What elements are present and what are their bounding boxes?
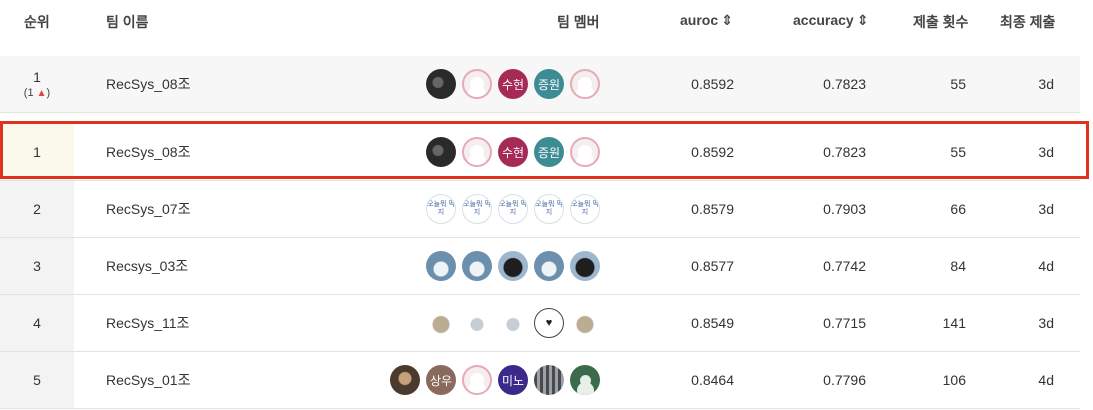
member-avatar[interactable] bbox=[426, 251, 456, 281]
last-submission: 4d bbox=[1038, 258, 1054, 274]
member-avatar[interactable]: 오늘뭐 먹지 bbox=[426, 194, 456, 224]
member-avatar[interactable] bbox=[570, 69, 600, 99]
member-avatar[interactable] bbox=[462, 137, 492, 167]
rank-cell: 1 bbox=[0, 124, 74, 180]
rank-change: (1 ▲) bbox=[23, 87, 51, 99]
rank-cell: 2 bbox=[0, 181, 74, 237]
team-members: 상우 미노 bbox=[390, 352, 600, 408]
leaderboard: 순위 팀 이름 팀 멤버 auroc ⇕ accuracy ⇕ 제출 횟수 최종 제… bbox=[0, 0, 1093, 410]
team-members: ♥ bbox=[426, 295, 600, 351]
table-row[interactable]: 1 RecSys_08조 수현 증원 0.8592 0.7823 55 3d bbox=[0, 124, 1080, 181]
header-accuracy[interactable]: accuracy ⇕ bbox=[793, 12, 868, 29]
member-avatar[interactable] bbox=[462, 69, 492, 99]
rank-number: 5 bbox=[33, 372, 41, 388]
submission-count: 106 bbox=[942, 372, 966, 388]
submission-count: 55 bbox=[950, 144, 966, 160]
member-avatar[interactable] bbox=[426, 137, 456, 167]
rank-cell: 4 bbox=[0, 295, 74, 351]
auroc-score: 0.8592 bbox=[691, 76, 734, 92]
team-name: RecSys_08조 bbox=[106, 144, 191, 160]
rank-number: 3 bbox=[33, 258, 41, 274]
member-avatar[interactable] bbox=[462, 365, 492, 395]
member-avatar[interactable]: 상우 bbox=[426, 365, 456, 395]
member-avatar[interactable] bbox=[462, 251, 492, 281]
submission-count: 55 bbox=[950, 76, 966, 92]
member-avatar[interactable] bbox=[570, 365, 600, 395]
accuracy-score: 0.7823 bbox=[823, 76, 866, 92]
member-avatar[interactable] bbox=[570, 137, 600, 167]
header-rank: 순위 bbox=[24, 14, 50, 30]
leaderboard-header: 순위 팀 이름 팀 멤버 auroc ⇕ accuracy ⇕ 제출 횟수 최종 제… bbox=[0, 0, 1093, 44]
member-avatar[interactable]: 오늘뭐 먹지 bbox=[462, 194, 492, 224]
last-submission: 4d bbox=[1038, 372, 1054, 388]
team-members: 오늘뭐 먹지 오늘뭐 먹지 오늘뭐 먹지 오늘뭐 먹지 오늘뭐 먹지 bbox=[426, 181, 600, 237]
team-name: RecSys_11조 bbox=[106, 315, 190, 331]
member-avatar[interactable] bbox=[534, 365, 564, 395]
member-avatar[interactable]: 오늘뭐 먹지 bbox=[534, 194, 564, 224]
header-submissions: 제출 횟수 bbox=[913, 14, 969, 30]
header-team: 팀 이름 bbox=[106, 14, 149, 30]
accuracy-score: 0.7715 bbox=[823, 315, 866, 331]
member-avatar[interactable]: 증원 bbox=[534, 69, 564, 99]
team-name: RecSys_07조 bbox=[106, 201, 191, 217]
rank-cell: 5 bbox=[0, 352, 74, 408]
last-submission: 3d bbox=[1038, 315, 1054, 331]
rank-number: 4 bbox=[33, 315, 41, 331]
member-avatar[interactable] bbox=[570, 308, 600, 338]
team-name: RecSys_01조 bbox=[106, 372, 191, 388]
submission-count: 66 bbox=[950, 201, 966, 217]
member-avatar[interactable]: 오늘뭐 먹지 bbox=[570, 194, 600, 224]
member-avatar[interactable] bbox=[534, 251, 564, 281]
rank-cell: 1 (1 ▲) bbox=[0, 56, 74, 112]
member-avatar[interactable]: 수현 bbox=[498, 69, 528, 99]
rank-up-icon: ▲ bbox=[36, 88, 47, 99]
last-submission: 3d bbox=[1038, 201, 1054, 217]
accuracy-score: 0.7796 bbox=[823, 372, 866, 388]
table-row[interactable]: 3 Recsys_03조 0.8577 0.7742 84 4d bbox=[0, 238, 1080, 295]
submission-count: 84 bbox=[950, 258, 966, 274]
auroc-score: 0.8549 bbox=[691, 315, 734, 331]
header-auroc[interactable]: auroc ⇕ bbox=[680, 12, 733, 29]
table-row[interactable]: 2 RecSys_07조 오늘뭐 먹지 오늘뭐 먹지 오늘뭐 먹지 오늘뭐 먹지 오늘뭐 먹… bbox=[0, 181, 1080, 238]
accuracy-score: 0.7742 bbox=[823, 258, 866, 274]
header-last-submission: 최종 제출 bbox=[1000, 14, 1056, 30]
member-avatar[interactable] bbox=[570, 251, 600, 281]
auroc-score: 0.8579 bbox=[691, 201, 734, 217]
team-members: 수현 증원 bbox=[426, 124, 600, 180]
member-avatar[interactable]: 미노 bbox=[498, 365, 528, 395]
submission-count: 141 bbox=[942, 315, 966, 331]
rank-number: 2 bbox=[33, 201, 41, 217]
accuracy-score: 0.7903 bbox=[823, 201, 866, 217]
accuracy-score: 0.7823 bbox=[823, 144, 866, 160]
member-avatar[interactable] bbox=[498, 251, 528, 281]
table-row[interactable]: 4 RecSys_11조 ♥ 0.8549 0.7715 141 3d bbox=[0, 295, 1080, 352]
team-members bbox=[426, 238, 600, 294]
auroc-score: 0.8577 bbox=[691, 258, 734, 274]
sort-icon[interactable]: ⇕ bbox=[857, 12, 869, 28]
auroc-score: 0.8464 bbox=[691, 372, 734, 388]
team-name: Recsys_03조 bbox=[106, 258, 189, 274]
member-avatar[interactable] bbox=[426, 69, 456, 99]
member-avatar[interactable] bbox=[426, 308, 456, 338]
table-row[interactable]: 5 RecSys_01조 상우 미노 0.8464 0.7796 106 4d bbox=[0, 352, 1080, 409]
team-name: RecSys_08조 bbox=[106, 76, 191, 92]
team-members: 수현 증원 bbox=[426, 56, 600, 112]
member-avatar[interactable]: 수현 bbox=[498, 137, 528, 167]
last-submission: 3d bbox=[1038, 144, 1054, 160]
table-row[interactable]: 1 (1 ▲) RecSys_08조 수현 증원 0.8592 0.7823 55 3d bbox=[0, 56, 1080, 113]
last-submission: 3d bbox=[1038, 76, 1054, 92]
member-avatar[interactable] bbox=[390, 365, 420, 395]
member-avatar[interactable]: 오늘뭐 먹지 bbox=[498, 194, 528, 224]
rank-number: 1 bbox=[33, 69, 41, 85]
header-members: 팀 멤버 bbox=[557, 14, 600, 30]
rank-cell: 3 bbox=[0, 238, 74, 294]
member-avatar[interactable] bbox=[498, 308, 528, 338]
member-avatar[interactable] bbox=[462, 308, 492, 338]
member-avatar[interactable]: 증원 bbox=[534, 137, 564, 167]
auroc-score: 0.8592 bbox=[691, 144, 734, 160]
sort-icon[interactable]: ⇕ bbox=[721, 12, 733, 28]
member-avatar[interactable]: ♥ bbox=[534, 308, 564, 338]
rank-number: 1 bbox=[33, 144, 41, 160]
